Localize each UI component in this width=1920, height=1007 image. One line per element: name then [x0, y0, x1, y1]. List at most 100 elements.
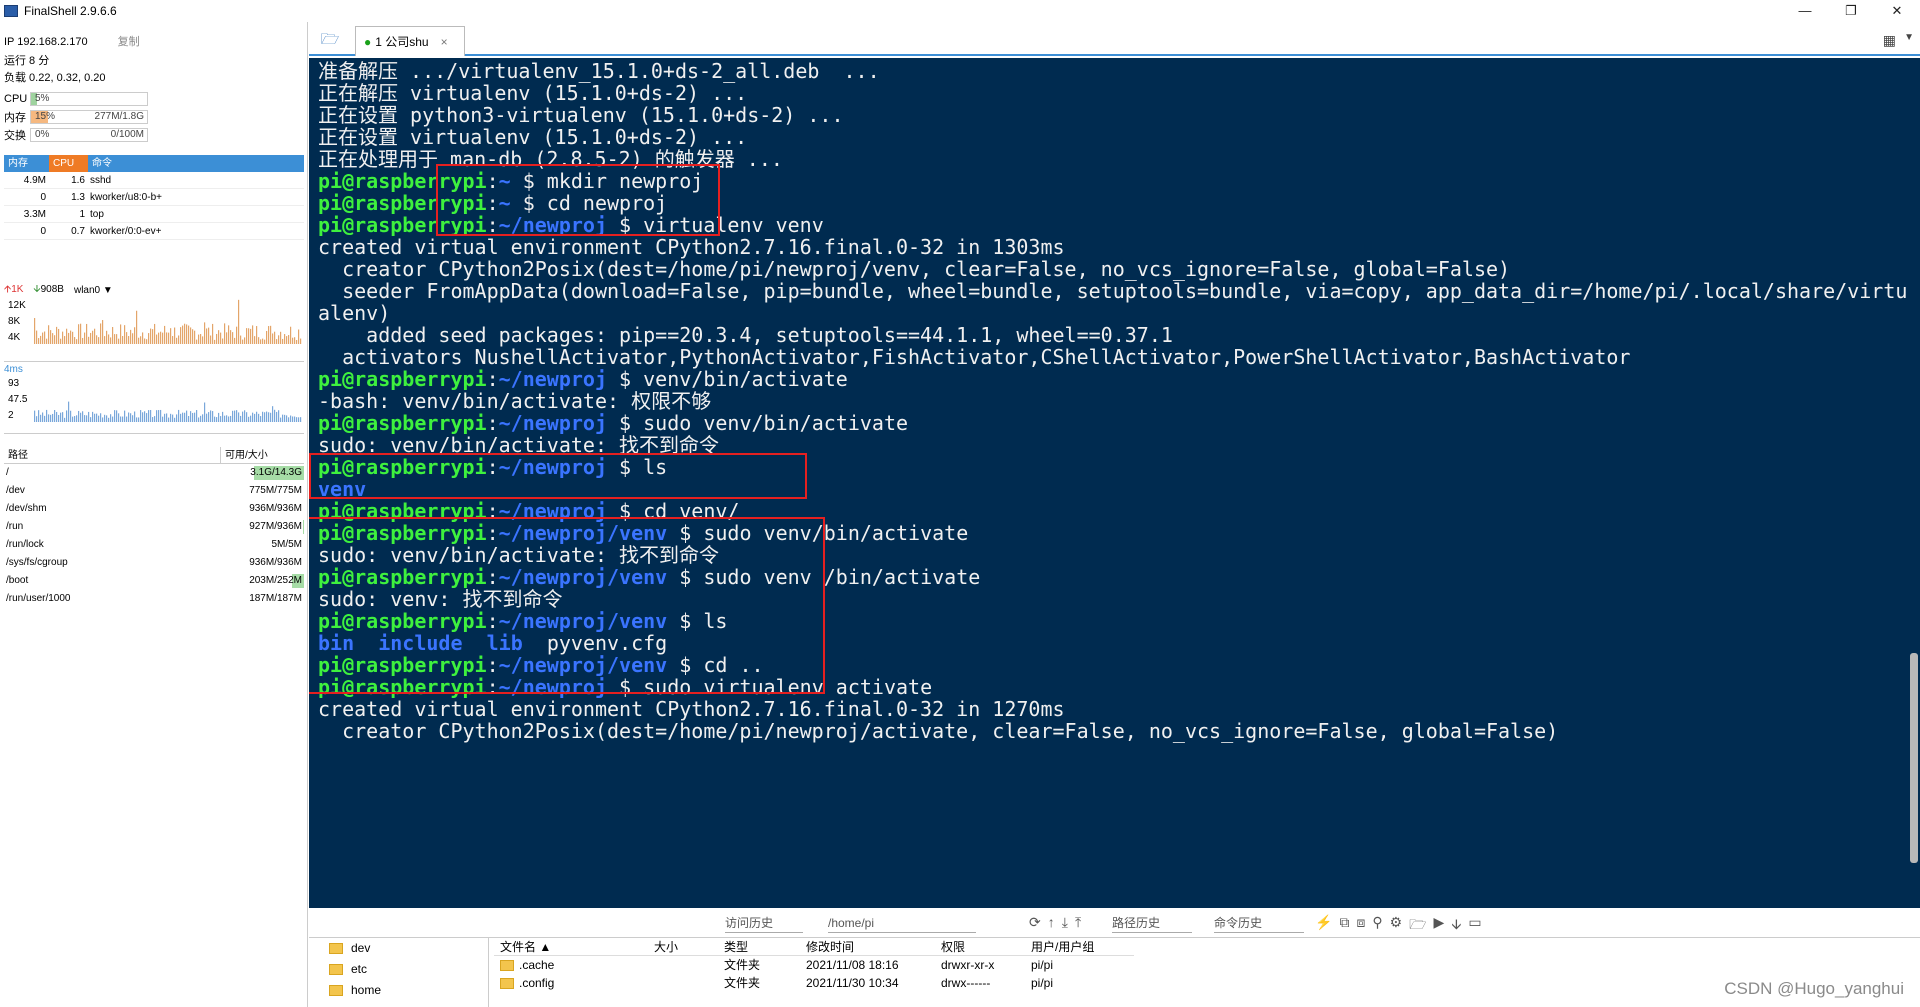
- copy-button[interactable]: 复制: [118, 36, 140, 48]
- grid-layout-icon[interactable]: ▦: [1883, 32, 1896, 49]
- process-header-cpu[interactable]: CPU: [49, 155, 88, 172]
- fs-path: /run/user/1000: [6, 593, 71, 604]
- finalshell-window: FinalShell 2.9.6.6 — ❐ ✕ IP 192.168.2.17…: [0, 0, 1920, 1007]
- arrow-down-icon[interactable]: 🡫: [1451, 914, 1461, 938]
- file-header-size[interactable]: 大小: [654, 938, 724, 955]
- lightning-icon[interactable]: ⚡: [1315, 914, 1332, 938]
- command-history-field[interactable]: 命令历史: [1214, 913, 1304, 933]
- process-cmd: kworker/u8:0-b+: [90, 192, 162, 203]
- file-type: 文件夹: [724, 958, 761, 972]
- file-header-owner[interactable]: 用户/用户组: [1031, 938, 1131, 955]
- file-type: 文件夹: [724, 976, 761, 990]
- folder-open-icon[interactable]: 🗁: [1409, 914, 1426, 938]
- file-header-type[interactable]: 类型: [724, 938, 806, 955]
- fs-row[interactable]: /run/user/1000 187M/187M: [4, 590, 304, 608]
- fs-row[interactable]: /dev 775M/775M: [4, 482, 304, 500]
- tab-session-1[interactable]: ● 1 公司shu ×: [355, 26, 465, 56]
- file-mtime: 2021/11/08 18:16: [806, 958, 899, 972]
- tree-node[interactable]: dev: [309, 938, 488, 959]
- fs-size-text: 927M/936M: [249, 521, 302, 532]
- terminal[interactable]: 准备解压 .../virtualenv_15.1.0+ds-2_all.deb …: [309, 58, 1920, 908]
- window-icon[interactable]: ▭: [1468, 914, 1481, 938]
- gear-icon[interactable]: ⚙: [1390, 914, 1403, 938]
- file-mtime: 2021/11/30 10:34: [806, 976, 899, 990]
- process-header-cmd[interactable]: 命令: [88, 155, 304, 172]
- tree-node[interactable]: etc: [309, 959, 488, 980]
- latency-panel: 4ms 93 47.5 2: [4, 364, 304, 434]
- interface-select[interactable]: wlan0 ▼: [74, 285, 113, 296]
- filesystem-table: 路径 可用/大小 / 3.1G/14.3G/dev 775M/775M/dev/sh…: [4, 447, 304, 608]
- upload-icon[interactable]: ⤒: [1075, 914, 1081, 931]
- process-row[interactable]: 0 1.3 kworker/u8:0-b+: [4, 189, 304, 206]
- process-cpu: 1: [79, 209, 85, 220]
- fs-size: 203M/252M: [240, 572, 304, 590]
- tree-node-label: dev: [351, 941, 371, 955]
- up-icon[interactable]: ↑: [1048, 914, 1055, 931]
- fs-header-path[interactable]: 路径: [4, 447, 220, 463]
- path-field[interactable]: /home/pi: [828, 913, 976, 933]
- connected-status-icon: ●: [364, 34, 372, 49]
- download-rate: 908B: [40, 283, 64, 295]
- paste-icon[interactable]: ⧈: [1356, 914, 1365, 938]
- folder-icon: [329, 943, 343, 954]
- path-history-field[interactable]: 路径历史: [1112, 913, 1192, 933]
- chevron-down-icon[interactable]: ▼: [1904, 32, 1914, 43]
- watermark: CSDN @Hugo_yanghui: [1724, 979, 1904, 998]
- fs-row[interactable]: /boot 203M/252M: [4, 572, 304, 590]
- file-size: [654, 974, 724, 992]
- fs-row[interactable]: /run/lock 5M/5M: [4, 536, 304, 554]
- search-icon[interactable]: ⚲: [1372, 914, 1382, 938]
- fs-size-text: 936M/936M: [249, 557, 302, 568]
- latency-value: 4ms: [4, 364, 23, 375]
- network-panel: 🡩1K 🡫908B wlan0 ▼ 12K 8K 4K: [4, 282, 304, 362]
- tree-node[interactable]: home: [309, 980, 488, 1001]
- memory-meter: 内存 15% 277M/1.8G: [4, 108, 307, 126]
- close-icon[interactable]: ✕: [1874, 0, 1920, 22]
- minimize-icon[interactable]: —: [1782, 0, 1828, 22]
- refresh-icon[interactable]: ⟳: [1029, 914, 1041, 931]
- fs-row[interactable]: / 3.1G/14.3G: [4, 464, 304, 482]
- file-header-perm[interactable]: 权限: [941, 938, 1031, 955]
- process-row[interactable]: 4.9M 1.6 sshd: [4, 172, 304, 189]
- process-cpu: 0.7: [71, 226, 85, 237]
- fs-row[interactable]: /run 927M/936M: [4, 518, 304, 536]
- directory-tree: dev etc home: [309, 938, 489, 1007]
- network-graph: 12K 8K 4K: [4, 298, 304, 362]
- file-header-mtime[interactable]: 修改时间: [806, 938, 941, 955]
- fs-row[interactable]: /dev/shm 936M/936M: [4, 500, 304, 518]
- folder-icon: [329, 964, 343, 975]
- ip-address: IP 192.168.2.170: [4, 36, 88, 48]
- file-header-name[interactable]: 文件名 ▲: [494, 938, 654, 955]
- scrollbar-thumb[interactable]: [1910, 653, 1918, 863]
- file-owner: pi/pi: [1031, 958, 1054, 972]
- file-row[interactable]: .config 文件夹 2021/11/30 10:34 drwx------ pi/p…: [494, 974, 1134, 992]
- process-row[interactable]: 3.3M 1 top: [4, 206, 304, 223]
- process-cmd: sshd: [90, 175, 112, 186]
- highlight-box-1: [436, 164, 720, 236]
- process-header-mem[interactable]: 内存: [4, 155, 49, 172]
- fs-path: /dev/shm: [6, 503, 47, 514]
- terminal-toolbar: 访问历史 /home/pi ⟳ ↑ ⤓ ⤒ 路径历史 命令历史 ⚡ ⧉ ⧈ ⚲ …: [309, 908, 1920, 938]
- tab-close-icon[interactable]: ×: [441, 35, 448, 49]
- folder-icon[interactable]: 🗁: [319, 29, 341, 48]
- file-row[interactable]: .cache 文件夹 2021/11/08 18:16 drwxr-xr-x pi/pi: [494, 956, 1134, 974]
- play-icon[interactable]: ▶: [1434, 914, 1445, 938]
- copy-icon[interactable]: ⧉: [1339, 914, 1349, 938]
- maximize-icon[interactable]: ❐: [1828, 0, 1874, 22]
- fs-size-text: 5M/5M: [271, 539, 302, 550]
- process-row[interactable]: 0 0.7 kworker/0:0-ev+: [4, 223, 304, 240]
- download-icon[interactable]: ⤓: [1062, 914, 1068, 931]
- fs-header-size[interactable]: 可用/大小: [220, 447, 304, 463]
- history-field[interactable]: 访问历史: [725, 913, 803, 933]
- fs-path: /dev: [6, 485, 25, 496]
- fs-size-text: 775M/775M: [249, 485, 302, 496]
- fs-row[interactable]: /sys/fs/cgroup 936M/936M: [4, 554, 304, 572]
- fs-size: 187M/187M: [240, 590, 304, 608]
- download-icon: 🡫908B: [33, 283, 64, 295]
- file-perm: drwx------: [941, 976, 991, 990]
- system-info: IP 192.168.2.170 复制 运行 8 分 负载 0.22, 0.32,…: [0, 22, 307, 86]
- terminal-scrollbar[interactable]: [1908, 58, 1920, 908]
- fs-path: /run/lock: [6, 539, 44, 550]
- fs-size-text: 187M/187M: [249, 593, 302, 604]
- highlight-box-2: [309, 453, 807, 499]
